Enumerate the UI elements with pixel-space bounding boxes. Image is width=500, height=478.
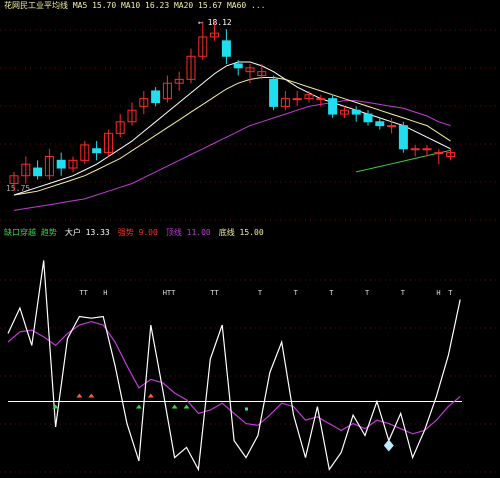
candle-body [33,167,43,177]
candle-body [351,109,361,115]
ma-yellow-line [13,77,451,196]
green-arrow-marker [171,404,178,409]
candle-body [221,40,231,57]
candle-body [92,148,102,154]
oscillator-legend-item: 底线 15.00 [218,228,264,237]
tick-label: T [365,289,370,297]
oscillator-legend-item: 大户 13.33 [64,228,110,237]
oscillator-chart[interactable]: TT H HTT TT T T T T T H T [0,240,500,478]
oscillator-signal-line [7,320,461,435]
price-chart[interactable] [0,10,500,222]
cyan-dot-marker [245,407,248,411]
tick-label: T [329,289,334,297]
candle-body [292,98,302,101]
candle-body [233,63,243,69]
oscillator-main-line [7,260,461,472]
oscillator-legend-item: 强势 9.00 [117,228,158,237]
candle-body [151,90,161,104]
candle-body [398,125,408,150]
green-arrow-marker [135,404,142,409]
price-panel-header: 花网民工业平均线 MA5 15.70 MA10 16.23 MA20 15.67… [4,1,266,10]
tick-label: H [436,289,440,297]
candle-body [410,148,420,151]
red-arrow-marker [76,393,83,398]
tick-label: TT [210,289,219,297]
tick-label: H [103,289,107,297]
candle-body [363,113,373,123]
oscillator-legend-item: 顶线 11.00 [165,228,211,237]
oscillator-legend-item: 缺口穿越 趋势 [4,228,57,237]
tick-label: T [401,289,406,297]
diamond-marker [383,439,394,452]
candle-body [328,98,338,115]
tick-label: T [448,289,453,297]
candle-body [56,159,66,169]
candle-body [422,148,432,151]
candle-body [434,152,444,155]
tick-label: T [294,289,299,297]
tick-label: T [258,289,263,297]
red-arrow-marker [88,393,95,398]
candle-body [387,125,397,128]
green-arrow-marker [183,404,190,409]
candle-body [269,78,279,107]
red-arrow-marker [147,393,154,398]
tick-label: HTT [163,289,176,297]
candle-body [316,98,326,101]
ma-white-line [13,61,451,196]
ma-magenta-line [13,100,451,211]
candle-body [375,121,385,127]
tick-label: TT [79,289,88,297]
oscillator-panel-header: 缺口穿越 趋势 大户 13.33 强势 9.00 顶线 11.00 底线 15.00 [4,228,272,237]
